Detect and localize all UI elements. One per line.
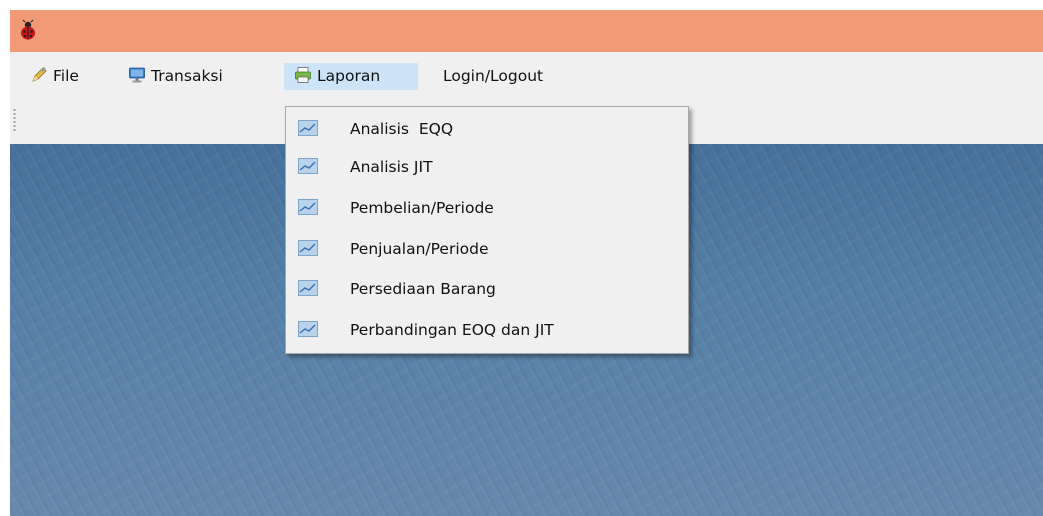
menu-item-label: Penjualan/Periode — [350, 240, 489, 258]
menu-item-perbandingan-eoq-jit[interactable]: Perbandingan EOQ dan JIT — [286, 311, 688, 349]
title-bar[interactable] — [10, 10, 1043, 52]
menu-item-analisis-jit[interactable]: Analisis JIT — [286, 148, 688, 186]
menu-item-label: Persediaan Barang — [350, 280, 496, 298]
printer-icon — [295, 67, 311, 83]
menu-file-label: File — [53, 67, 79, 85]
laporan-dropdown-menu: Analisis EQQ Analisis JIT Pembelian/Peri… — [285, 106, 689, 354]
menu-transaksi[interactable]: Transaksi — [128, 64, 223, 88]
ladybug-app-icon — [21, 19, 35, 40]
menu-item-label: Analisis JIT — [350, 158, 433, 176]
menu-login-logout-label: Login/Logout — [443, 67, 544, 85]
menu-item-label: Analisis EQQ — [350, 120, 454, 138]
menu-bar: File Transaksi Laporan Login/Logout — [10, 52, 1043, 102]
menu-item-persediaan-barang[interactable]: Persediaan Barang — [286, 270, 688, 308]
menu-file[interactable]: File — [30, 64, 79, 88]
menu-item-penjualan-periode[interactable]: Penjualan/Periode — [286, 230, 688, 268]
app-window: File Transaksi Laporan Login/Logout Anal… — [10, 10, 1043, 516]
menu-item-label: Perbandingan EOQ dan JIT — [350, 321, 554, 339]
chart-icon — [298, 280, 318, 296]
chart-icon — [298, 120, 318, 136]
chart-icon — [298, 199, 318, 215]
chart-icon — [298, 321, 318, 337]
menu-laporan[interactable]: Laporan — [284, 63, 418, 90]
monitor-icon — [129, 67, 145, 83]
chart-icon — [298, 240, 318, 256]
menu-transaksi-label: Transaksi — [151, 67, 223, 85]
menu-item-analisis-eqq[interactable]: Analisis EQQ — [286, 110, 688, 148]
pencil-icon — [32, 67, 47, 82]
menu-item-label: Pembelian/Periode — [350, 199, 494, 217]
menu-item-pembelian-periode[interactable]: Pembelian/Periode — [286, 189, 688, 227]
toolbar-grip-handle[interactable] — [13, 108, 16, 132]
chart-icon — [298, 158, 318, 174]
menu-login-logout[interactable]: Login/Logout — [443, 64, 543, 88]
menu-laporan-label: Laporan — [317, 67, 381, 85]
